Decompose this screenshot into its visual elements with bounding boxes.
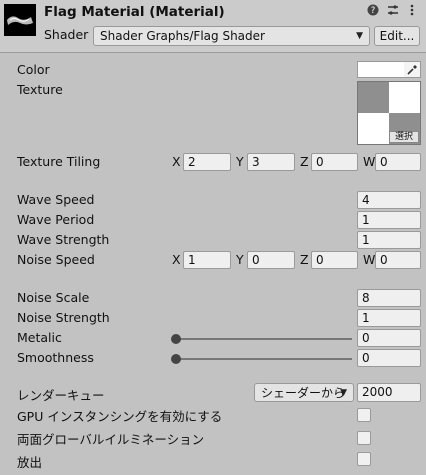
chevron-down-icon: ▼ bbox=[340, 388, 347, 398]
emission-label: 放出 bbox=[17, 455, 43, 470]
gpu-instancing-checkbox[interactable] bbox=[357, 408, 371, 422]
more-icon[interactable] bbox=[405, 4, 419, 18]
render-queue-mode-dropdown[interactable]: シェーダーから ▼ bbox=[254, 383, 354, 402]
color-field[interactable] bbox=[357, 61, 421, 78]
noise-speed-w-axis-label: W bbox=[363, 252, 376, 267]
noise-speed-x-field[interactable]: 1 bbox=[183, 251, 231, 269]
noise-speed-w-field[interactable]: 0 bbox=[375, 251, 421, 269]
noise-speed-y-axis-label: Y bbox=[236, 252, 244, 267]
color-swatch bbox=[358, 62, 404, 77]
wave-strength-field[interactable]: 1 bbox=[357, 231, 421, 249]
texture-label: Texture bbox=[17, 82, 63, 97]
wave-strength-label: Wave Strength bbox=[17, 232, 110, 247]
smoothness-field[interactable]: 0 bbox=[357, 349, 421, 367]
noise-scale-field[interactable]: 8 bbox=[357, 289, 421, 307]
noise-speed-z-field[interactable]: 0 bbox=[311, 251, 358, 269]
noise-strength-field[interactable]: 1 bbox=[357, 309, 421, 327]
smoothness-slider-handle[interactable] bbox=[171, 354, 181, 364]
render-queue-mode-value: シェーダーから bbox=[261, 386, 346, 400]
tiling-y-field[interactable]: 3 bbox=[247, 153, 295, 171]
material-preview-thumbnail bbox=[4, 4, 36, 36]
tiling-x-axis-label: X bbox=[172, 154, 181, 169]
emission-checkbox[interactable] bbox=[357, 452, 371, 466]
tiling-x-field[interactable]: 2 bbox=[183, 153, 231, 171]
svg-text:?: ? bbox=[371, 6, 376, 16]
help-icon[interactable]: ? bbox=[366, 4, 380, 18]
material-header: Flag Material (Material) ? Shader Shader… bbox=[0, 0, 426, 53]
texture-tiling-label: Texture Tiling bbox=[17, 154, 101, 169]
chevron-down-icon: ▼ bbox=[356, 31, 363, 41]
noise-strength-label: Noise Strength bbox=[17, 310, 110, 325]
double-sided-gi-checkbox[interactable] bbox=[357, 431, 371, 445]
tiling-w-field[interactable]: 0 bbox=[375, 153, 421, 171]
noise-speed-z-axis-label: Z bbox=[300, 252, 309, 267]
render-queue-label: レンダーキュー bbox=[17, 388, 105, 403]
wave-speed-label: Wave Speed bbox=[17, 192, 95, 207]
smoothness-label: Smoothness bbox=[17, 350, 94, 365]
noise-speed-label: Noise Speed bbox=[17, 252, 95, 267]
metalic-slider-track[interactable] bbox=[175, 338, 352, 340]
wave-speed-field[interactable]: 4 bbox=[357, 191, 421, 209]
color-label: Color bbox=[17, 62, 50, 77]
metalic-label: Metalic bbox=[17, 330, 62, 345]
eyedropper-icon[interactable] bbox=[406, 63, 419, 76]
texture-slot[interactable]: 選択 bbox=[357, 81, 421, 145]
noise-speed-x-axis-label: X bbox=[172, 252, 181, 267]
texture-select-button[interactable]: 選択 bbox=[389, 131, 419, 143]
tiling-w-axis-label: W bbox=[363, 154, 376, 169]
shader-dropdown[interactable]: Shader Graphs/Flag Shader ▼ bbox=[93, 26, 370, 46]
shader-label: Shader bbox=[44, 27, 89, 42]
tiling-z-field[interactable]: 0 bbox=[311, 153, 358, 171]
shader-dropdown-value: Shader Graphs/Flag Shader bbox=[100, 29, 265, 43]
metalic-slider-handle[interactable] bbox=[171, 334, 181, 344]
tiling-y-axis-label: Y bbox=[236, 154, 244, 169]
double-sided-gi-label: 両面グローバルイルミネーション bbox=[17, 432, 205, 447]
presets-icon[interactable] bbox=[386, 4, 400, 18]
metalic-field[interactable]: 0 bbox=[357, 329, 421, 347]
wave-period-label: Wave Period bbox=[17, 212, 95, 227]
render-queue-value-field[interactable]: 2000 bbox=[357, 383, 421, 402]
material-title: Flag Material (Material) bbox=[44, 4, 225, 20]
wave-period-field[interactable]: 1 bbox=[357, 211, 421, 229]
noise-speed-y-field[interactable]: 0 bbox=[247, 251, 295, 269]
noise-scale-label: Noise Scale bbox=[17, 290, 90, 305]
tiling-z-axis-label: Z bbox=[300, 154, 309, 169]
smoothness-slider-track[interactable] bbox=[175, 358, 352, 360]
gpu-instancing-label: GPU インスタンシングを有効にする bbox=[17, 409, 223, 424]
edit-shader-button[interactable]: Edit... bbox=[374, 26, 420, 46]
